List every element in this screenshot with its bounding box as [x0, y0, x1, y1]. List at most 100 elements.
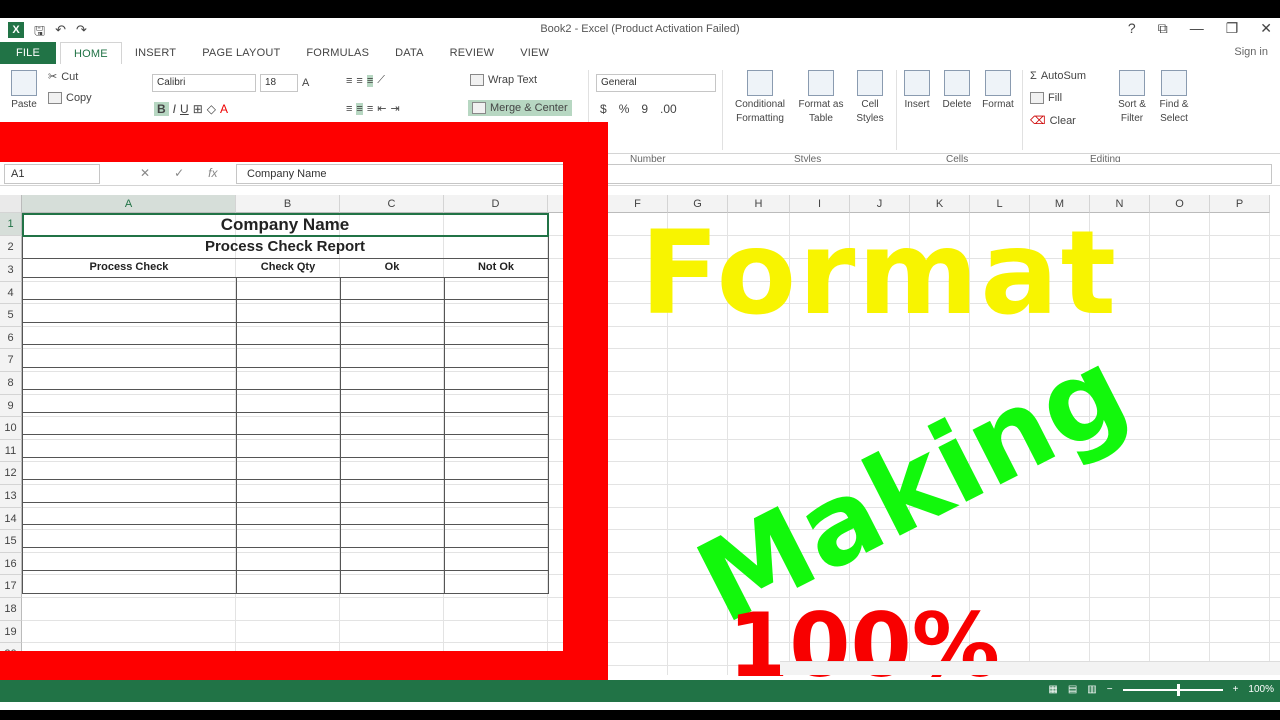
zoom-knob[interactable] [1176, 683, 1180, 696]
autosum-label: AutoSum [1040, 70, 1087, 82]
tab-view[interactable]: VIEW [507, 42, 562, 64]
minimize-icon[interactable]: — [1190, 20, 1204, 37]
cf-label-1: Conditional [734, 99, 786, 110]
currency-icon[interactable]: $ [600, 102, 607, 116]
conditional-formatting-button[interactable]: Conditional Formatting [728, 70, 792, 126]
fat-label-2: Table [809, 113, 833, 124]
percent-icon[interactable]: % [619, 102, 630, 116]
status-bar: ▦ ▤ ▥ − + 100% [0, 680, 1280, 702]
orientation-icon[interactable]: ⟋ [377, 74, 385, 87]
delete-cells-icon [944, 70, 970, 96]
decimal-icons[interactable]: .00 [660, 102, 677, 116]
tab-data[interactable]: DATA [382, 42, 437, 64]
font-color-icon[interactable]: A [220, 102, 228, 116]
binoculars-icon [1161, 70, 1187, 96]
number-format-select[interactable]: General [596, 74, 716, 92]
zoom-slider[interactable] [1122, 683, 1223, 696]
eraser-icon: ⌫ [1030, 115, 1046, 127]
column-header[interactable]: O [1150, 195, 1210, 213]
sort-filter-button[interactable]: Sort & Filter [1112, 70, 1152, 126]
restore-icon[interactable]: ❐ [1226, 20, 1239, 37]
fill-icon [1030, 92, 1044, 104]
tab-insert[interactable]: INSERT [122, 42, 189, 64]
scissors-icon: ✂ [48, 71, 58, 83]
wrap-text-label: Wrap Text [488, 74, 538, 86]
paste-button[interactable]: Paste [6, 70, 42, 112]
window-title: Book2 - Excel (Product Activation Failed… [540, 23, 740, 35]
tab-page-layout[interactable]: PAGE LAYOUT [189, 42, 293, 64]
normal-view-icon[interactable]: ▦ [1048, 684, 1057, 695]
font-controls: Calibri 18 A [152, 74, 309, 92]
insert-cells-button[interactable]: Insert [900, 70, 934, 112]
separator [896, 70, 897, 150]
horizontal-scrollbar[interactable] [780, 661, 1280, 675]
delete-label: Delete [942, 99, 972, 110]
cell-styles-icon [857, 70, 883, 96]
zoom-in-icon[interactable]: + [1233, 684, 1239, 695]
outdent-icon[interactable]: ⇥ [390, 102, 399, 115]
underline-icon[interactable]: U [180, 102, 189, 116]
red-highlight-frame [0, 122, 608, 696]
gridline [1269, 213, 1270, 675]
fill-button[interactable]: Fill [1030, 92, 1062, 104]
delete-cells-button[interactable]: Delete [940, 70, 974, 112]
comma-icon[interactable]: 9 [641, 102, 648, 116]
help-icon[interactable]: ? [1128, 20, 1136, 37]
format-cells-button[interactable]: Format [980, 70, 1016, 112]
cut-button[interactable]: ✂ Cut [48, 70, 79, 84]
separator [722, 70, 723, 150]
page-break-view-icon[interactable]: ▥ [1087, 684, 1096, 695]
align-left-icon[interactable]: ≡ [346, 103, 352, 115]
status-right: ▦ ▤ ▥ − + 100% [1048, 683, 1274, 696]
grow-font-icon[interactable]: A [302, 77, 309, 89]
cs-label-2: Styles [856, 113, 884, 124]
tab-home[interactable]: HOME [60, 42, 122, 64]
align-bottom-icon[interactable]: ≡ [366, 74, 374, 87]
align-middle-icon[interactable]: ≡ [356, 75, 362, 87]
font-format-buttons: B I U ⊞ ◇ A [154, 102, 228, 116]
fill-color-icon[interactable]: ◇ [207, 102, 216, 116]
sort-filter-icon [1119, 70, 1145, 96]
align-center-icon[interactable]: ≡ [356, 102, 363, 115]
number-buttons: $ % 9 .00 [600, 102, 677, 116]
merge-center-label: Merge & Center [490, 102, 568, 114]
fs-label-1: Find & [1159, 99, 1189, 110]
fs-label-2: Select [1160, 113, 1188, 124]
page-layout-view-icon[interactable]: ▤ [1068, 684, 1077, 695]
bold-icon[interactable]: B [154, 102, 169, 116]
find-select-button[interactable]: Find & Select [1154, 70, 1194, 126]
format-as-table-button[interactable]: Format as Table [796, 70, 846, 126]
copy-button[interactable]: Copy [48, 92, 92, 104]
zoom-level[interactable]: 100% [1248, 684, 1274, 695]
font-size-select[interactable]: 18 [260, 74, 298, 92]
separator [1022, 70, 1023, 150]
merge-center-button[interactable]: Merge & Center [468, 100, 572, 116]
wrap-text-button[interactable]: Wrap Text [470, 74, 537, 86]
clear-label: Clear [1049, 114, 1076, 127]
borders-icon[interactable]: ⊞ [193, 102, 203, 116]
tab-file[interactable]: FILE [0, 42, 57, 64]
format-cells-icon [985, 70, 1011, 96]
overlay-format-text: Format [640, 206, 1119, 341]
zoom-out-icon[interactable]: − [1107, 684, 1113, 695]
align-top-icon[interactable]: ≡ [346, 75, 352, 87]
close-icon[interactable]: ✕ [1260, 20, 1272, 37]
title-bar: X 🖫 ↶ ↷ Book2 - Excel (Product Activatio… [0, 18, 1280, 42]
indent-icon[interactable]: ⇤ [377, 102, 386, 115]
clear-button[interactable]: ⌫ Clear [1030, 114, 1076, 128]
excel-window: X 🖫 ↶ ↷ Book2 - Excel (Product Activatio… [0, 18, 1280, 710]
column-header[interactable]: P [1210, 195, 1270, 213]
font-name-select[interactable]: Calibri [152, 74, 256, 92]
align-right-icon[interactable]: ≡ [367, 103, 373, 115]
cell-styles-button[interactable]: Cell Styles [850, 70, 890, 126]
ribbon-display-icon[interactable]: ⧉ [1158, 20, 1168, 37]
cut-label: Cut [61, 70, 79, 83]
tab-review[interactable]: REVIEW [437, 42, 508, 64]
sign-in-link[interactable]: Sign in [1234, 46, 1268, 58]
autosum-button[interactable]: Σ AutoSum [1030, 70, 1086, 82]
window-controls: ? ⧉ — ❐ ✕ [1128, 20, 1272, 37]
conditional-formatting-icon [747, 70, 773, 96]
italic-icon[interactable]: I [173, 102, 176, 116]
tab-formulas[interactable]: FORMULAS [293, 42, 382, 64]
alignment-top-row: ≡ ≡ ≡ ⟋ [346, 74, 385, 87]
